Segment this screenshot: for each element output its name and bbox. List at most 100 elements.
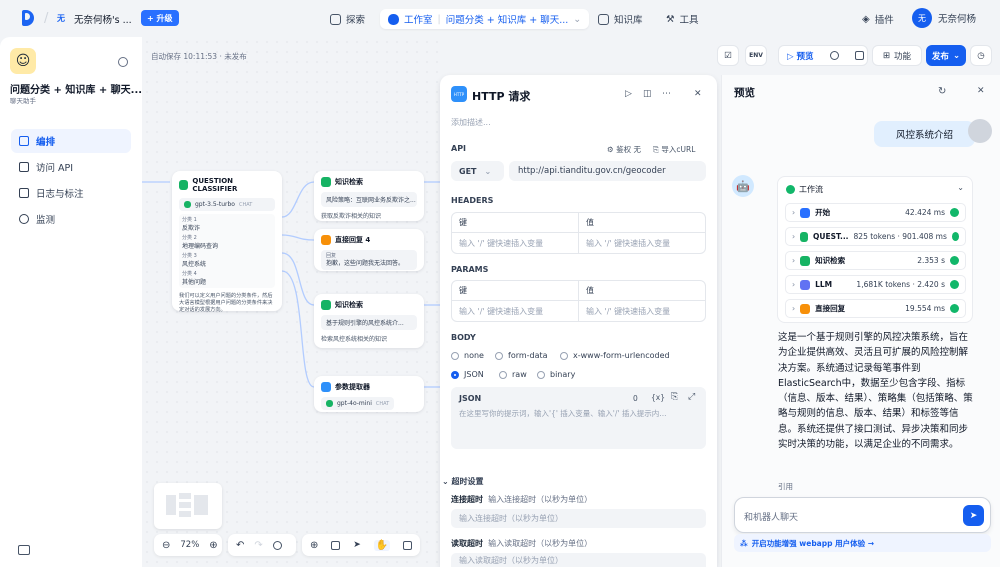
hand-icon[interactable]: ✋ xyxy=(373,539,391,551)
redo-icon[interactable]: ↷ xyxy=(254,540,262,551)
trace-step[interactable]: › QUEST... 825 tokens · 901.408 ms xyxy=(785,227,966,246)
reply-content: 回复 抱歉，这些问题我无法回答。 xyxy=(321,250,417,270)
model-tag: CHAT xyxy=(375,400,390,407)
method-select[interactable]: GET ⌄ xyxy=(451,161,504,181)
node-description: 检索风控系统相关的知识 xyxy=(321,336,388,343)
body-type-binary[interactable]: binary xyxy=(537,370,575,379)
insert-variable-icon[interactable]: {x} xyxy=(651,393,665,402)
nav-studio[interactable]: 工作室 | 问题分类 + 知识库 + 聊天... ⌄ xyxy=(380,9,590,29)
note-icon[interactable] xyxy=(331,540,341,550)
restart-icon[interactable]: ↻ xyxy=(938,86,946,97)
nav-plugins[interactable]: ◈ 插件 xyxy=(862,9,894,29)
panel-title[interactable]: HTTP 请求 xyxy=(472,88,530,104)
current-app-selector[interactable]: 问题分类 + 知识库 + 聊天... xyxy=(446,12,569,26)
app-type: 聊天助手 xyxy=(10,97,36,105)
checklist-icon[interactable]: ☑ xyxy=(717,45,739,66)
radio-icon xyxy=(499,370,507,379)
minimap[interactable] xyxy=(154,483,222,529)
auth-button[interactable]: ⚙ 鉴权 无 xyxy=(607,144,641,155)
sidebar-item-monitor[interactable]: 监测 xyxy=(11,207,131,231)
connect-timeout-input[interactable]: 输入连接超时（以秒为单位） xyxy=(451,509,706,528)
trace-step[interactable]: › 开始 42.424 ms xyxy=(785,203,966,222)
publish-button[interactable]: 发布 ⌄ xyxy=(926,45,966,66)
pointer-icon[interactable]: ➤ xyxy=(353,540,361,550)
knowledge-retrieval-node-2[interactable]: 知识检索 基于规则引擎的风控系统介... 检索风控系统相关的知识 xyxy=(314,294,424,348)
organize-icon[interactable] xyxy=(403,540,412,550)
nav-tools[interactable]: ⚒ 工具 xyxy=(666,9,699,29)
sidebar-item-logs[interactable]: 日志与标注 xyxy=(11,181,131,205)
reply-text: 抱歉，这些问题我无法回答。 xyxy=(326,260,405,267)
json-editor[interactable]: JSON 0 {x} ⎘ ⤢ 在这里写你的提示词，输入'{' 插入变量、输入'/… xyxy=(451,387,706,449)
version-history-icon[interactable]: ◷ xyxy=(970,45,992,66)
compass-icon xyxy=(330,13,341,25)
read-timeout-input[interactable]: 输入读取超时（以秒为单位） xyxy=(451,553,706,567)
app-logo[interactable] xyxy=(22,10,34,26)
preview-group: ▷ 预览 xyxy=(778,45,868,66)
user-menu[interactable]: 无 无奈何杨 xyxy=(912,8,976,28)
close-icon[interactable]: ✕ xyxy=(694,89,702,99)
env-icon[interactable]: ENV xyxy=(745,45,767,66)
workspace-switcher[interactable]: 无奈何杨's ... xyxy=(74,12,132,26)
url-input[interactable]: http://api.tianditu.gov.cn/geocoder xyxy=(509,161,706,181)
header-key-input[interactable]: 输入 '/' 键快速插入变量 xyxy=(452,233,578,253)
workflow-trace-header[interactable]: 工作流 xyxy=(786,184,823,195)
upgrade-button[interactable]: + 升级 xyxy=(141,10,179,26)
header-value-input[interactable]: 输入 '/' 键快速插入变量 xyxy=(578,233,705,253)
body-type-label: binary xyxy=(550,370,576,379)
nav-explore-label: 探索 xyxy=(346,15,366,26)
expand-icon[interactable]: ⤢ xyxy=(688,392,695,402)
features-button[interactable]: ⊞ 功能 xyxy=(872,45,922,66)
check-icon xyxy=(950,280,959,289)
add-node-icon[interactable]: ⊕ xyxy=(310,540,318,551)
run-history-icon[interactable] xyxy=(829,51,839,60)
param-key-input[interactable]: 输入 '/' 键快速插入变量 xyxy=(452,301,578,321)
chevron-down-icon[interactable]: ⌄ xyxy=(573,14,581,25)
history-icon[interactable] xyxy=(272,540,282,550)
model-chip[interactable]: gpt-4o-mini CHAT xyxy=(321,397,395,410)
api-section-label: API xyxy=(451,144,467,153)
workflow-canvas[interactable]: 自动保存 10:11:53 · 未发布 QUESTION CLASSIFIER … xyxy=(142,37,440,567)
timeout-toggle[interactable]: ⌄ 超时设置 xyxy=(442,476,484,487)
chat-input[interactable]: 和机器人聊天 ➤ xyxy=(734,497,991,533)
variables-icon[interactable] xyxy=(854,51,864,60)
preview-button[interactable]: ▷ 预览 xyxy=(787,50,814,62)
model-chip[interactable]: gpt-3.5-turbo CHAT xyxy=(179,198,275,211)
settings-icon[interactable] xyxy=(118,57,128,67)
trace-step[interactable]: › 直接回复 19.554 ms xyxy=(785,299,966,318)
zoom-in-icon[interactable]: ⊕ xyxy=(209,540,217,551)
llm-icon xyxy=(800,279,811,290)
body-type-json[interactable]: JSON xyxy=(451,370,484,379)
import-curl-button[interactable]: ⎘ 导入cURL xyxy=(653,144,695,155)
nav-knowledge[interactable]: 知识库 xyxy=(598,9,643,29)
zoom-level[interactable]: 72% xyxy=(180,540,199,550)
run-step-icon[interactable]: ▷ xyxy=(625,89,632,99)
model-name: gpt-3.5-turbo xyxy=(195,201,235,208)
question-classifier-node[interactable]: QUESTION CLASSIFIER gpt-3.5-turbo CHAT 分类… xyxy=(172,171,282,313)
body-type-raw[interactable]: raw xyxy=(499,370,527,379)
undo-icon[interactable]: ↶ xyxy=(236,540,244,551)
feature-hint-link[interactable]: ⁂ 开启功能增强 webapp 用户体验 → xyxy=(734,534,991,552)
copy-icon[interactable]: ⎘ xyxy=(671,392,678,402)
direct-reply-node[interactable]: 直接回复 4 回复 抱歉，这些问题我无法回答。 xyxy=(314,229,424,271)
preview-title: 预览 xyxy=(734,87,755,99)
body-type-none[interactable]: none xyxy=(451,351,484,360)
knowledge-retrieval-node-1[interactable]: 知识检索 风险策略：互联网业务反欺诈之... 获取反欺诈相关的知识 xyxy=(314,171,424,221)
trace-step[interactable]: › 知识检索 2.353 s xyxy=(785,251,966,270)
description-input[interactable]: 添加描述... xyxy=(451,117,491,128)
help-book-icon[interactable]: ◫ xyxy=(643,89,652,99)
collapse-sidebar-icon[interactable] xyxy=(18,545,30,555)
connect-timeout-hint: 输入连接超时（以秒为单位） xyxy=(488,495,593,504)
chevron-down-icon[interactable]: ⌄ xyxy=(957,183,964,192)
parameter-extractor-node[interactable]: 参数提取器 gpt-4o-mini CHAT xyxy=(314,376,424,412)
trace-step[interactable]: › LLM 1,681K tokens · 2.420 s xyxy=(785,275,966,294)
close-icon[interactable]: ✕ xyxy=(977,86,985,96)
nav-explore[interactable]: 探索 xyxy=(330,9,365,29)
body-type-form-data[interactable]: form-data xyxy=(495,351,548,360)
more-icon[interactable]: ⋯ xyxy=(662,89,671,99)
zoom-out-icon[interactable]: ⊖ xyxy=(162,540,170,551)
param-value-input[interactable]: 输入 '/' 键快速插入变量 xyxy=(578,301,705,321)
sidebar-item-orchestrate[interactable]: 编排 xyxy=(11,129,131,153)
send-button[interactable]: ➤ xyxy=(963,505,984,526)
sidebar-item-api[interactable]: 访问 API xyxy=(11,155,131,179)
body-type-urlencoded[interactable]: x-www-form-urlencoded xyxy=(560,351,670,360)
